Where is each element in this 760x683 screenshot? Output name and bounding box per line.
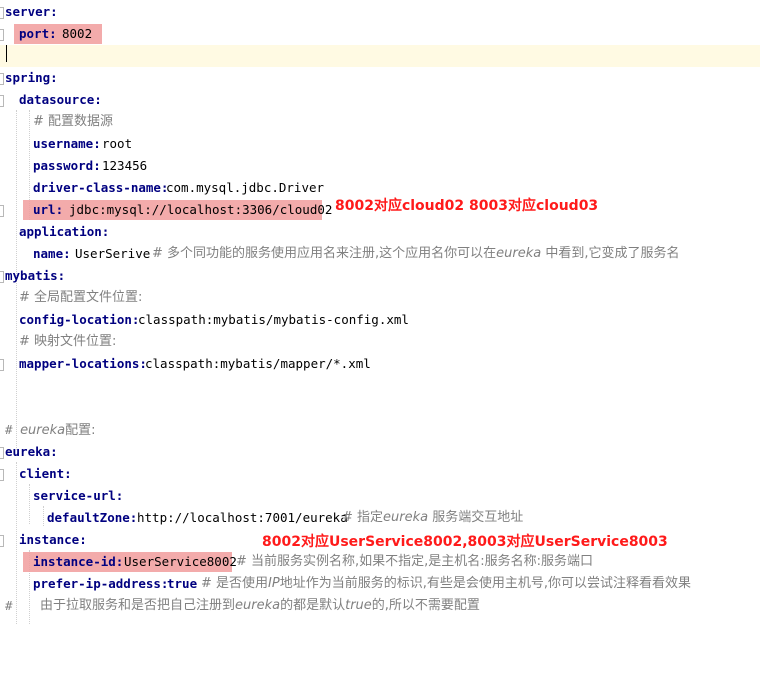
comment-text: 地址作为当前服务的标识,有些是会使用主机号,你可以尝试注释看看效果	[279, 576, 691, 591]
yaml-value: UserSerive	[75, 246, 151, 261]
yaml-key: port:	[19, 26, 57, 41]
fold-marker-icon[interactable]	[0, 447, 4, 459]
code-line[interactable]: username: root	[0, 133, 760, 155]
code-line[interactable]: config-location: classpath:mybatis/mybat…	[0, 309, 760, 331]
yaml-key: datasource:	[19, 92, 102, 107]
fold-marker-icon[interactable]	[0, 271, 4, 283]
fold-marker-icon[interactable]	[0, 359, 4, 371]
comment-text: eureka	[20, 423, 66, 438]
comment-text: eureka	[496, 246, 542, 261]
code-line[interactable]: defaultZone: http://localhost:7001/eurek…	[0, 507, 760, 529]
yaml-key: config-location:	[19, 312, 140, 327]
yaml-comment: # 多个同功能的服务使用应用名来注册,这个应用名你可以在eureka 中看到,它…	[152, 243, 680, 265]
yaml-value: http://localhost:7001/eureka	[137, 510, 348, 525]
code-line[interactable]: # 配置数据源	[0, 111, 760, 133]
yaml-value: classpath:mybatis/mapper/*.xml	[145, 356, 371, 371]
code-line[interactable]: # 全局配置文件位置:	[0, 287, 760, 309]
yaml-key: name:	[33, 246, 71, 261]
yaml-value: 8002	[62, 26, 93, 41]
comment-text: # 多个同功能的服务使用应用名来注册,这个应用名你可以在	[152, 246, 497, 261]
code-line[interactable]: client:	[0, 463, 760, 485]
comment-text: # 指定	[342, 510, 384, 525]
yaml-value: true	[167, 576, 198, 591]
yaml-key: defaultZone:	[47, 510, 138, 525]
yaml-value: com.mysql.jdbc.Driver	[166, 180, 325, 195]
yaml-comment: 由于拉取服务和是否把自己注册到eureka的都是默认true的,所以不需要配置	[40, 595, 480, 617]
yaml-key: mapper-locations:	[19, 356, 147, 371]
comment-text: IP	[268, 576, 280, 591]
yaml-key: server:	[5, 4, 58, 19]
text-caret	[6, 45, 7, 62]
yaml-key: instance-id:	[33, 554, 124, 569]
code-line[interactable]: eureka:	[0, 441, 760, 463]
yaml-key: spring:	[5, 70, 58, 85]
comment-text: #	[5, 598, 13, 613]
annotation-instance: 8002对应UserService8002,8003对应UserService8…	[262, 534, 668, 550]
code-line[interactable]: port: 8002	[0, 23, 760, 45]
code-line[interactable]: # 映射文件位置:	[0, 331, 760, 353]
yaml-key: instance:	[19, 532, 87, 547]
yaml-key: mybatis:	[5, 268, 66, 283]
comment-text: #	[5, 422, 21, 437]
code-line[interactable]: mybatis:	[0, 265, 760, 287]
annotation-url: 8002对应cloud02 8003对应cloud03	[335, 198, 599, 214]
comment-text: eureka	[383, 510, 429, 525]
yaml-comment: # 全局配置文件位置:	[19, 290, 143, 305]
yaml-comment: # 当前服务实例名称,如果不指定,是主机名:服务名称:服务端口	[236, 554, 594, 569]
comment-text: 的,所以不需要配置	[371, 598, 480, 613]
yaml-editor[interactable]: server: port: 8002 spring: datasource: #…	[0, 0, 760, 626]
code-line[interactable]: password: 123456	[0, 155, 760, 177]
fold-marker-icon[interactable]	[0, 29, 4, 41]
code-line[interactable]: instance-id: UserService8002 # 当前服务实例名称,…	[0, 551, 760, 573]
yaml-key: prefer-ip-address:	[33, 576, 169, 591]
fold-marker-icon[interactable]	[0, 469, 4, 481]
fold-marker-icon[interactable]	[0, 73, 4, 85]
yaml-comment: # 配置数据源	[33, 114, 114, 129]
comment-text: 的都是默认	[280, 598, 346, 613]
yaml-value: classpath:mybatis/mybatis-config.xml	[138, 312, 409, 327]
comment-text: 由于拉取服务和是否把自己注册到	[40, 598, 236, 613]
fold-marker-icon[interactable]	[0, 95, 4, 107]
comment-text: eureka	[235, 598, 281, 613]
comment-text: # 是否使用	[201, 576, 269, 591]
yaml-key: url:	[33, 202, 64, 217]
fold-marker-icon[interactable]	[0, 205, 4, 217]
code-line[interactable]: spring:	[0, 67, 760, 89]
code-line[interactable]: name: UserSerive # 多个同功能的服务使用应用名来注册,这个应用…	[0, 243, 760, 265]
yaml-comment: # 映射文件位置:	[19, 334, 117, 349]
current-line[interactable]	[0, 45, 760, 67]
code-line[interactable]: # eureka配置:	[0, 419, 760, 441]
yaml-key: password:	[33, 158, 101, 173]
comment-text: true	[345, 598, 372, 613]
yaml-comment: # 是否使用IP地址作为当前服务的标识,有些是会使用主机号,你可以尝试注释看看效…	[201, 573, 691, 595]
yaml-key: username:	[33, 136, 101, 151]
yaml-key: driver-class-name:	[33, 180, 169, 195]
yaml-value: root	[102, 136, 133, 151]
yaml-comment: # eureka配置:	[5, 419, 96, 442]
yaml-key: eureka:	[5, 444, 58, 459]
code-line[interactable]: mapper-locations: classpath:mybatis/mapp…	[0, 353, 760, 375]
yaml-key: application:	[19, 224, 110, 239]
fold-marker-icon[interactable]	[0, 535, 4, 547]
comment-text: 服务端交互地址	[428, 510, 524, 525]
code-line[interactable]: server:	[0, 1, 760, 23]
code-line[interactable]: service-url:	[0, 485, 760, 507]
fold-marker-icon[interactable]	[0, 7, 4, 19]
yaml-key: client:	[19, 466, 72, 481]
code-line[interactable]: datasource:	[0, 89, 760, 111]
comment-text: 中看到,它变成了服务名	[541, 246, 680, 261]
yaml-value: 123456	[102, 158, 148, 173]
yaml-value: jdbc:mysql://localhost:3306/cloud02	[69, 202, 333, 217]
code-line[interactable]: application:	[0, 221, 760, 243]
yaml-value: UserService8002	[124, 554, 237, 569]
comment-text: 配置:	[65, 423, 96, 438]
yaml-key: service-url:	[33, 488, 124, 503]
yaml-comment: #	[5, 595, 13, 618]
code-line[interactable]: # 由于拉取服务和是否把自己注册到eureka的都是默认true的,所以不需要配…	[0, 595, 760, 617]
yaml-comment: # 指定eureka 服务端交互地址	[342, 507, 523, 529]
code-line[interactable]: prefer-ip-address: true # 是否使用IP地址作为当前服务…	[0, 573, 760, 595]
